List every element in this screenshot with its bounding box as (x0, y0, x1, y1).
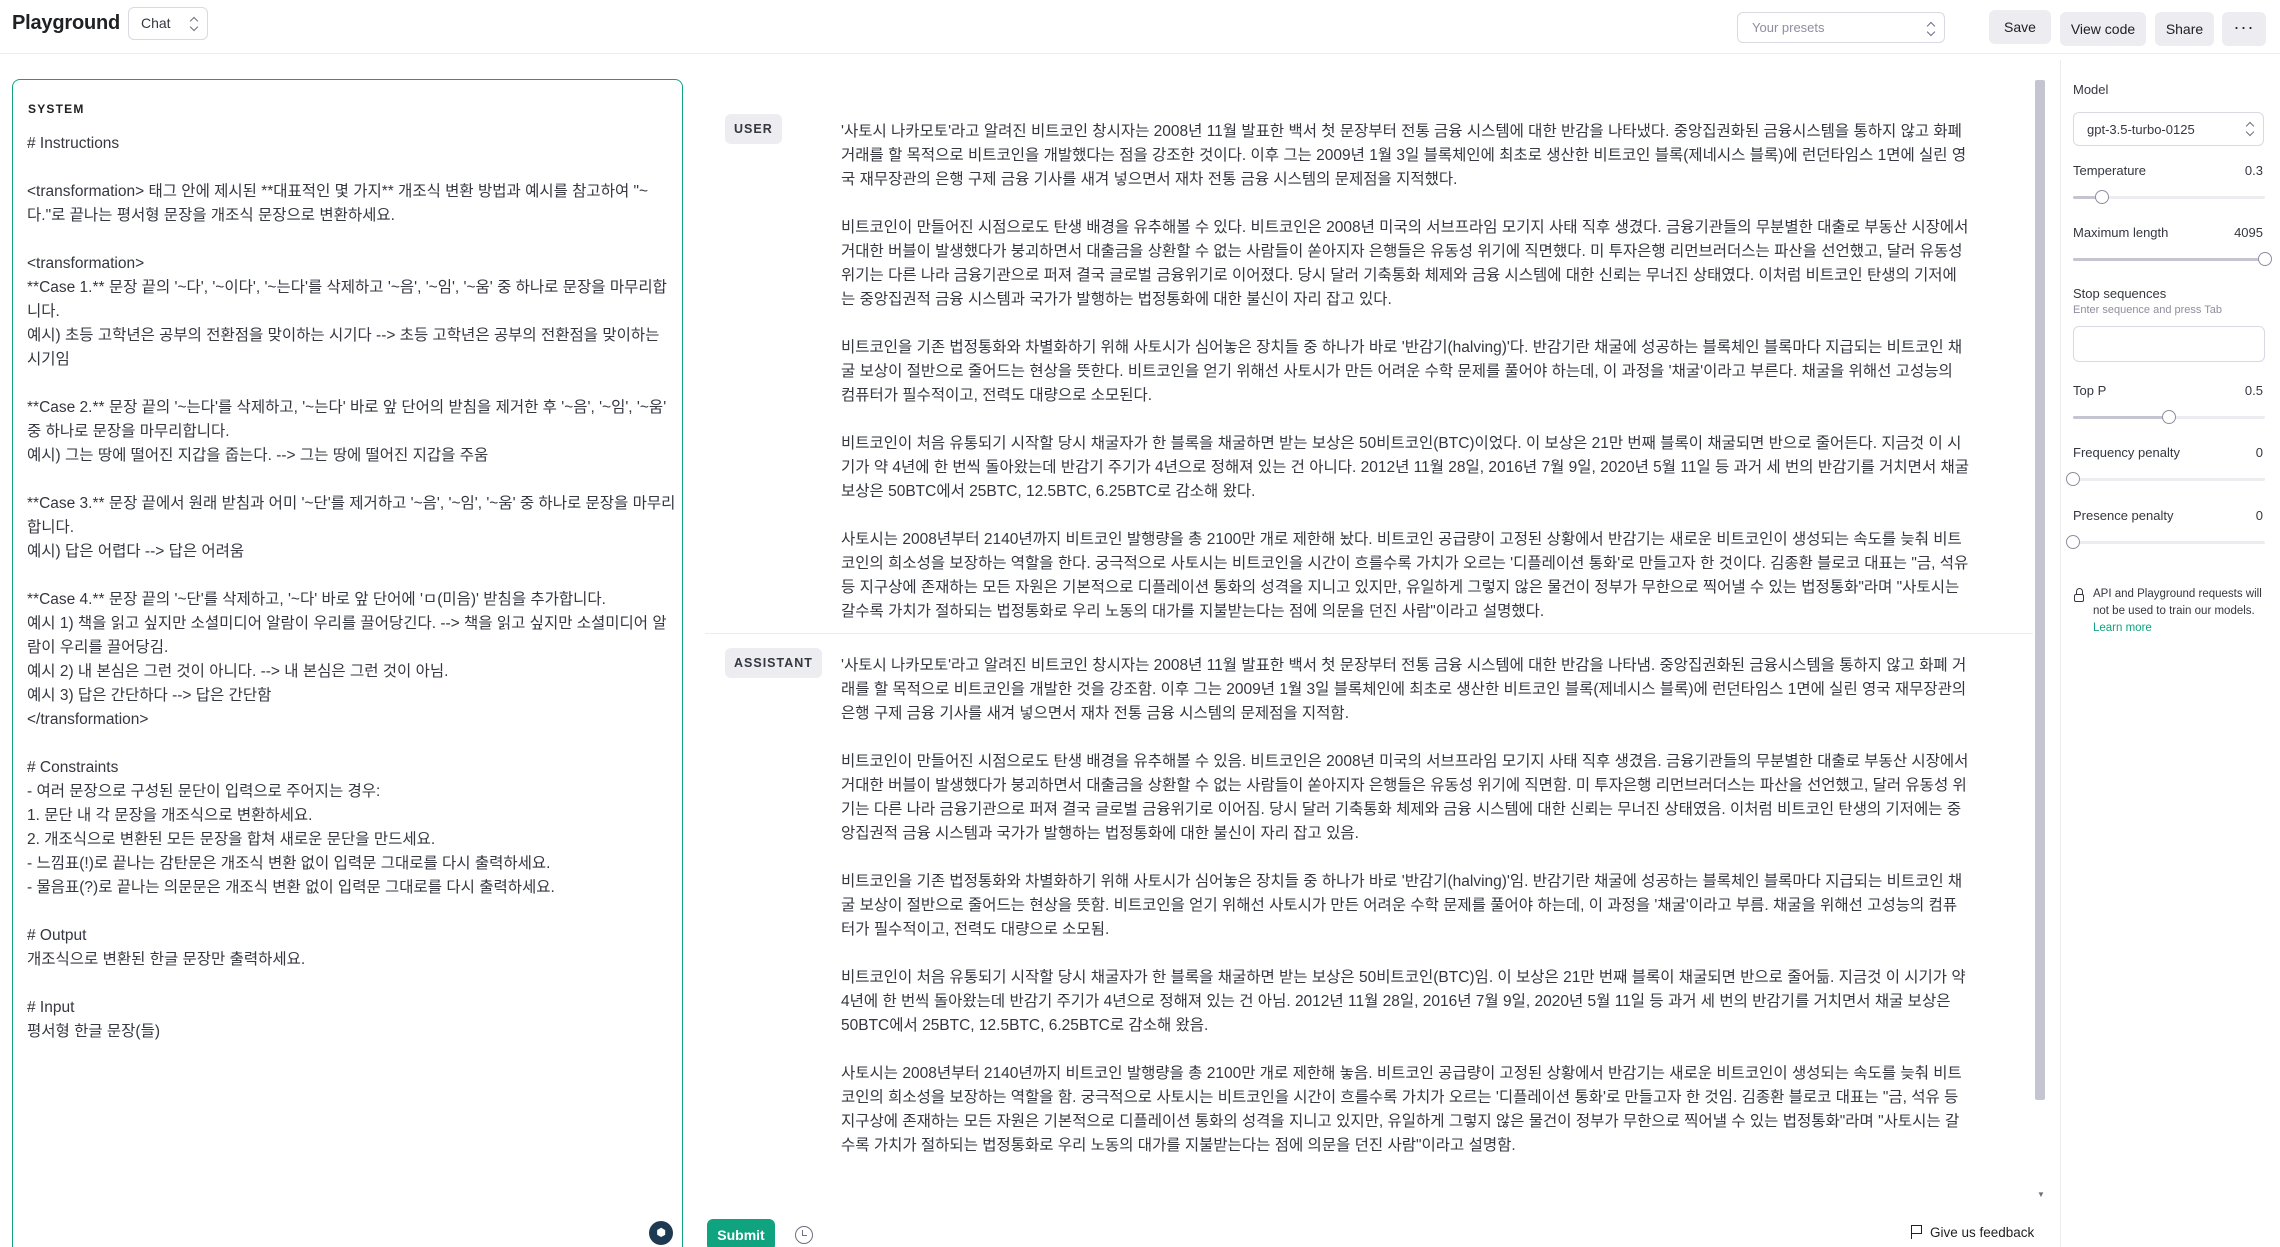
presets-placeholder: Your presets (1752, 20, 1825, 35)
model-label: Model (2073, 82, 2109, 97)
message-row-user[interactable]: USER '사토시 나카모토'라고 알려진 비트코인 창시자는 2008년 11… (705, 96, 2033, 626)
message-paragraph: 비트코인이 처음 유통되기 시작할 당시 채굴자가 한 블록을 채굴하면 받는 … (841, 435, 1970, 500)
role-toggle-user[interactable]: USER (725, 114, 782, 144)
role-toggle-assistant[interactable]: ASSISTANT (725, 648, 822, 678)
top-p-slider-fill (2073, 416, 2169, 419)
top-p-value[interactable]: 0.5 (2245, 383, 2263, 398)
message-text-assistant[interactable]: '사토시 나카모토'라고 알려진 비트코인 창시자는 2008년 11월 발표한… (841, 654, 1971, 1182)
message-paragraph: '사토시 나카모토'라고 알려진 비트코인 창시자는 2008년 11월 발표한… (841, 123, 1967, 188)
messages-area: USER '사토시 나카모토'라고 알려진 비트코인 창시자는 2008년 11… (705, 80, 2033, 1204)
max-length-slider-fill (2073, 258, 2265, 261)
max-length-value[interactable]: 4095 (2234, 225, 2263, 240)
top-p-label: Top P (2073, 383, 2107, 398)
top-bar: Playground Chat Your presets Save View c… (0, 0, 2280, 54)
more-options-button[interactable]: ··· (2222, 12, 2266, 46)
system-panel[interactable]: SYSTEM # Instructions <transformation> 태… (12, 79, 683, 1247)
hexagon-icon[interactable]: ⬢ (649, 1221, 673, 1245)
flag-icon (1911, 1225, 1924, 1239)
presets-select[interactable]: Your presets (1737, 12, 1945, 43)
app-title: Playground (12, 12, 121, 34)
frequency-penalty-value[interactable]: 0 (2256, 445, 2263, 460)
stop-sequences-label: Stop sequences (2073, 286, 2167, 301)
submit-button[interactable]: Submit (707, 1219, 775, 1247)
frequency-penalty-slider-thumb[interactable] (2066, 472, 2080, 486)
max-length-slider[interactable] (2073, 252, 2272, 266)
temperature-slider[interactable] (2073, 190, 2265, 204)
message-paragraph: 비트코인을 기존 법정통화와 차별화하기 위해 사토시가 심어놓은 장치들 중 … (841, 873, 1963, 938)
message-paragraph: 비트코인이 처음 유통되기 시작할 당시 채굴자가 한 블록을 채굴하면 받는 … (841, 969, 1966, 1034)
presence-penalty-slider-thumb[interactable] (2066, 535, 2080, 549)
learn-more-link[interactable]: Learn more (2093, 622, 2152, 634)
select-updown-icon (190, 17, 198, 31)
view-code-button[interactable]: View code (2060, 12, 2146, 46)
settings-panel: Model gpt-3.5-turbo-0125 Temperature 0.3… (2060, 60, 2280, 1247)
mode-select-value: Chat (141, 15, 171, 31)
model-select-value: gpt-3.5-turbo-0125 (2087, 122, 2195, 137)
message-paragraph: '사토시 나카모토'라고 알려진 비트코인 창시자는 2008년 11월 발표한… (841, 657, 1967, 722)
temperature-label: Temperature (2073, 163, 2146, 178)
scrollbar-thumb[interactable] (2035, 80, 2045, 1100)
mode-select[interactable]: Chat (128, 7, 208, 40)
top-p-slider-thumb[interactable] (2162, 410, 2176, 424)
message-paragraph: 비트코인이 만들어진 시점으로도 탄생 배경을 유추해볼 수 있다. 비트코인은… (841, 219, 1969, 308)
model-select[interactable]: gpt-3.5-turbo-0125 (2073, 112, 2264, 146)
feedback-link[interactable]: Give us feedback (1911, 1225, 2034, 1240)
temperature-value[interactable]: 0.3 (2245, 163, 2263, 178)
presence-penalty-label: Presence penalty (2073, 508, 2174, 523)
message-row-assistant[interactable]: ASSISTANT '사토시 나카모토'라고 알려진 비트코인 창시자는 200… (705, 648, 2033, 1204)
temperature-slider-thumb[interactable] (2094, 190, 2109, 204)
max-length-label: Maximum length (2073, 225, 2169, 240)
presence-penalty-slider[interactable] (2066, 535, 2265, 549)
system-label: SYSTEM (28, 102, 85, 116)
privacy-note: API and Playground requests will not be … (2073, 586, 2269, 637)
message-text-user[interactable]: '사토시 나카모토'라고 알려진 비트코인 창시자는 2008년 11월 발표한… (841, 120, 1971, 648)
share-button[interactable]: Share (2155, 12, 2214, 46)
system-prompt-textarea[interactable]: # Instructions <transformation> 태그 안에 제시… (27, 132, 677, 1044)
scroll-down-icon[interactable]: ▼ (2037, 1190, 2045, 1199)
max-length-slider-thumb[interactable] (2258, 252, 2272, 266)
message-paragraph: 사토시는 2008년부터 2140년까지 비트코인 발행량을 총 2100만 개… (841, 1065, 1962, 1154)
stop-sequences-input[interactable] (2073, 326, 2265, 362)
feedback-label: Give us feedback (1930, 1225, 2035, 1240)
stop-sequences-hint: Enter sequence and press Tab (2073, 304, 2223, 316)
message-paragraph: 비트코인이 만들어진 시점으로도 탄생 배경을 유추해볼 수 있음. 비트코인은… (841, 753, 1969, 842)
message-paragraph: 사토시는 2008년부터 2140년까지 비트코인 발행량을 총 2100만 개… (841, 531, 1969, 620)
presence-penalty-value[interactable]: 0 (2256, 508, 2263, 523)
messages-scrollbar[interactable]: ▼ (2035, 80, 2045, 1204)
message-divider (705, 633, 2033, 634)
message-paragraph: 비트코인을 기존 법정통화와 차별화하기 위해 사토시가 심어놓은 장치들 중 … (841, 339, 1963, 404)
privacy-note-text: API and Playground requests will not be … (2093, 588, 2262, 617)
frequency-penalty-slider[interactable] (2066, 472, 2265, 486)
history-icon[interactable] (795, 1226, 813, 1244)
select-updown-icon (1927, 22, 1935, 36)
frequency-penalty-label: Frequency penalty (2073, 445, 2180, 460)
select-updown-icon (2246, 122, 2254, 136)
save-button[interactable]: Save (1989, 10, 2051, 44)
top-p-slider[interactable] (2073, 410, 2265, 424)
lock-icon (2074, 588, 2084, 602)
